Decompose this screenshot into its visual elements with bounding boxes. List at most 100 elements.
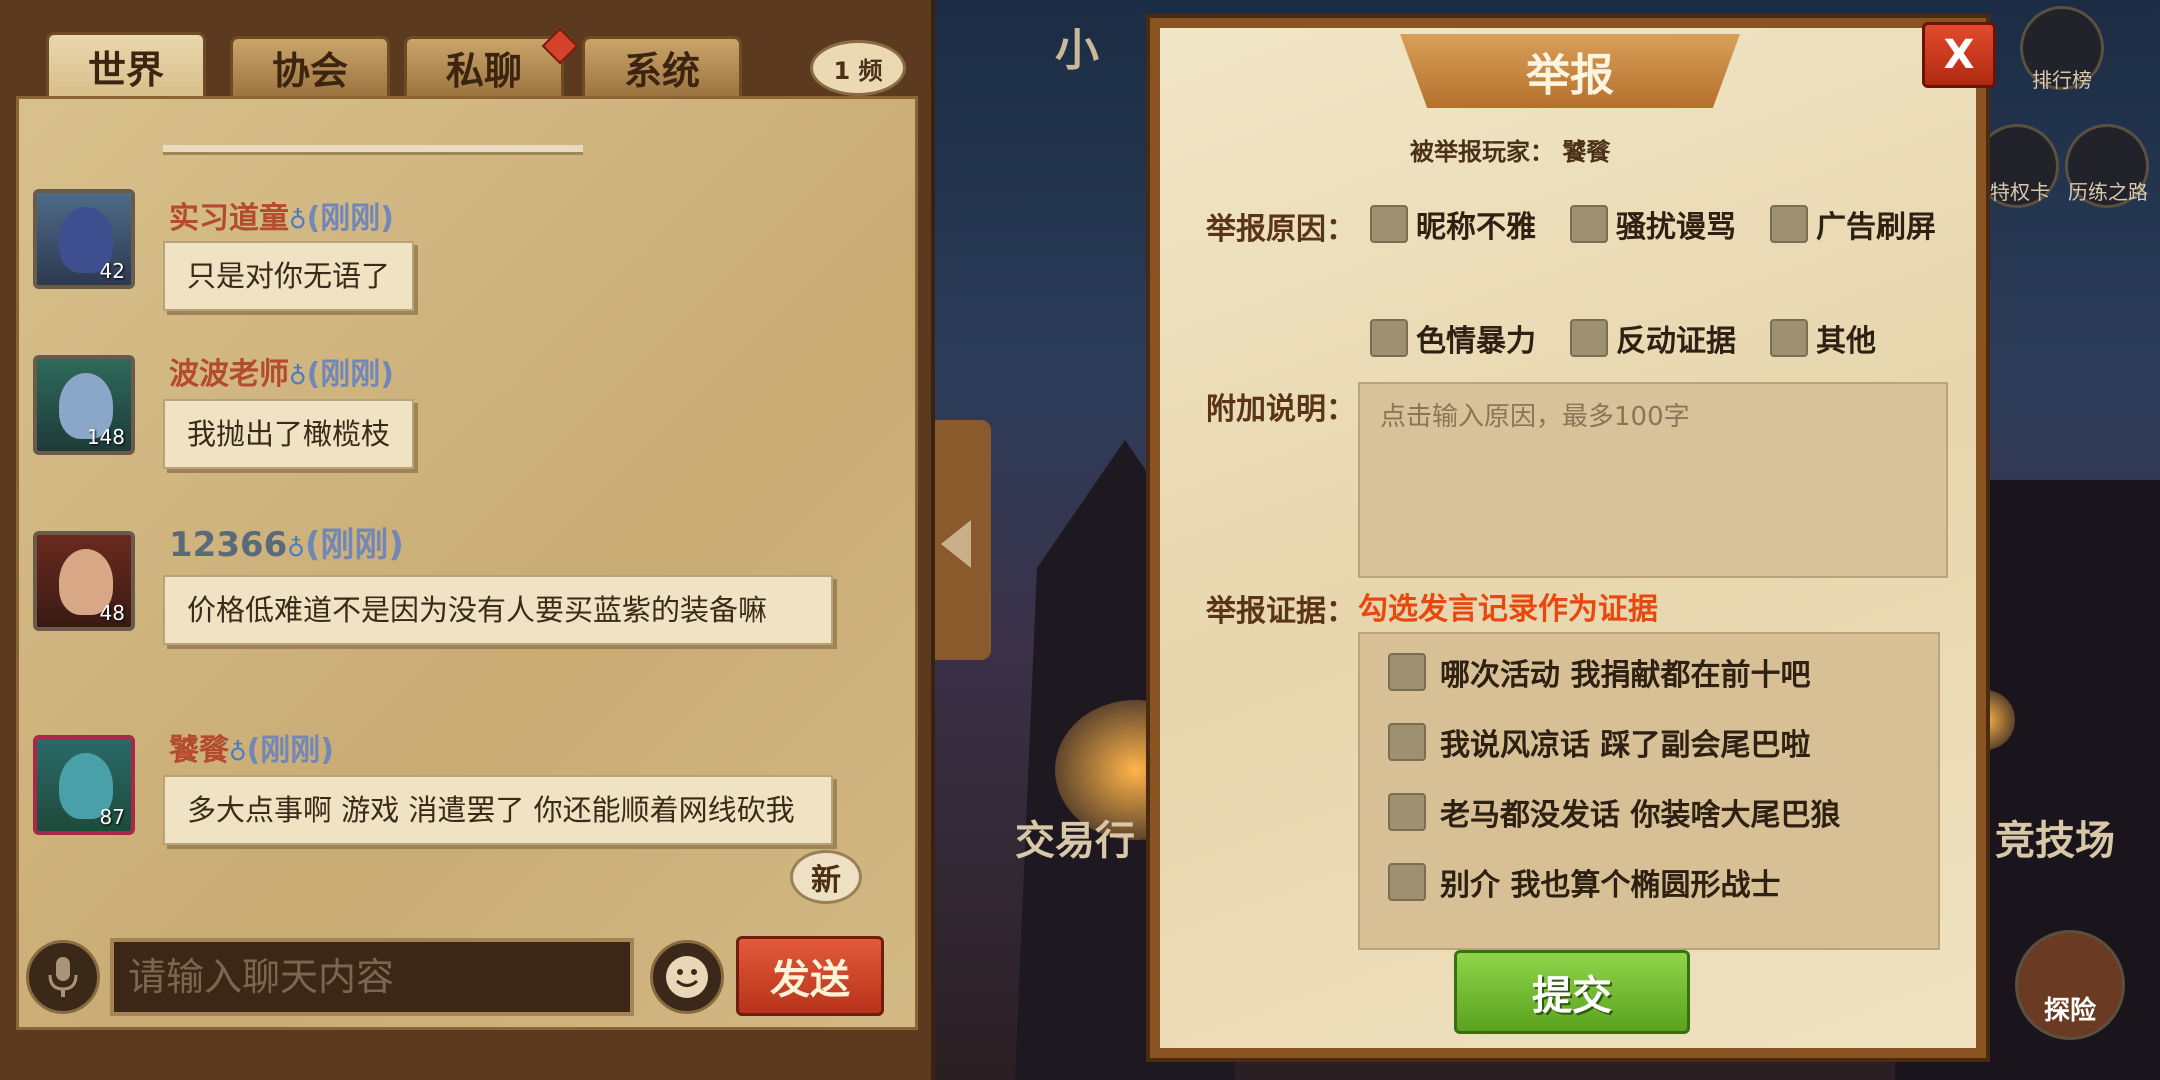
close-button[interactable]: X [1922,22,1996,88]
reason-text: 反动证据 [1616,324,1736,359]
reason-option-harassment[interactable]: 骚扰谩骂 [1570,202,1736,246]
note-input[interactable] [1360,384,1946,576]
message-text: 只是对你无语了 [187,259,391,293]
training-road-label: 历练之路 [2068,180,2148,204]
reason-option-spam[interactable]: 广告刷屏 [1770,202,1936,246]
checkbox[interactable] [1570,205,1608,243]
player-level: 42 [99,259,125,283]
message-time: (刚刚) [306,357,394,392]
notification-badge [541,27,579,65]
report-dialog: 举报 X 被举报玩家： 饕餮 举报原因： 昵称不雅 骚扰谩骂 广告刷屏 色情暴力… [1150,18,1996,1058]
player-name-text: 实习道童 [169,201,289,236]
checkbox[interactable] [1388,653,1426,691]
message-time: (刚刚) [246,733,334,768]
avatar[interactable]: 87 [33,735,135,835]
player-name-text: 12366 [169,525,288,565]
message-time: (刚刚) [304,525,404,565]
message-text: 我抛出了橄榄枝 [187,417,391,451]
reported-player: 被举报玩家： 饕餮 [1410,138,1611,166]
reason-option-reactionary[interactable]: 反动证据 [1570,316,1736,360]
reason-option-other[interactable]: 其他 [1770,316,1876,360]
checkbox[interactable] [1770,205,1808,243]
tab-system-label: 系统 [623,49,700,93]
evidence-item[interactable]: 老马都没发话 你装啥大尾巴狼 [1388,790,1840,834]
submit-button[interactable]: 提交 [1454,950,1690,1034]
evidence-item[interactable]: 别介 我也算个椭圆形战士 [1388,860,1780,904]
player-name[interactable]: 饕餮♁(刚刚) [169,725,334,769]
send-label: 发送 [770,957,850,1003]
arena-label[interactable]: 竞技场 [1995,808,2115,866]
checkbox[interactable] [1570,319,1608,357]
player-name[interactable]: 12366♁(刚刚) [169,517,404,566]
reason-option-violence[interactable]: 色情暴力 [1370,316,1536,360]
checkbox[interactable] [1388,793,1426,831]
avatar[interactable]: 42 [33,189,135,289]
player-name[interactable]: 波波老师♁(刚刚) [169,349,394,393]
report-title: 举报 [1400,34,1740,108]
player-level: 87 [99,805,125,829]
chat-input-box[interactable] [110,938,634,1016]
tab-private-label: 私聊 [445,49,522,93]
evidence-text: 老马都没发话 你装啥大尾巴狼 [1440,798,1841,833]
avatar[interactable]: 48 [33,531,135,631]
reason-text: 骚扰谩骂 [1616,210,1736,245]
checkbox[interactable] [1370,319,1408,357]
reason-text: 色情暴力 [1416,324,1536,359]
evidence-list[interactable]: 哪次活动 我捐献都在前十吧 我说风凉话 踩了副会尾巴啦 老马都没发话 你装啥大尾… [1358,632,1940,950]
checkbox[interactable] [1388,723,1426,761]
evidence-text: 我说风凉话 踩了副会尾巴啦 [1440,728,1811,763]
message-bubble: 我抛出了橄榄枝 [163,399,415,469]
tab-guild[interactable]: 协会 [230,36,390,96]
evidence-hint: 勾选发言记录作为证据 [1358,592,1658,627]
channel-button[interactable]: 1 频 [810,40,906,96]
send-button[interactable]: 发送 [736,936,884,1016]
adventure-label: 探险 [2043,996,2096,1026]
message-bubble: 价格低难道不是因为没有人要买蓝紫的装备嘛 [163,575,833,645]
player-name[interactable]: 实习道童♁(刚刚) [169,193,394,237]
tab-system[interactable]: 系统 [582,36,742,96]
checkbox[interactable] [1388,863,1426,901]
evidence-item[interactable]: 哪次活动 我捐献都在前十吧 [1388,650,1810,694]
close-icon: X [1943,32,1975,78]
channel-label: 1 频 [833,56,883,85]
checkbox[interactable] [1770,319,1808,357]
tab-private[interactable]: 私聊 [404,27,579,96]
emoji-button[interactable] [650,940,724,1014]
player-name-text: 波波老师 [169,357,289,392]
note-box[interactable] [1358,382,1948,578]
message-text: 价格低难道不是因为没有人要买蓝紫的装备嘛 [187,593,768,627]
reason-text: 广告刷屏 [1816,210,1936,245]
voice-button[interactable] [26,940,100,1014]
ranking-label: 排行榜 [2032,68,2092,92]
reason-text: 昵称不雅 [1416,210,1536,245]
microphone-icon [48,957,78,997]
evidence-label: 举报证据： [1206,594,1356,629]
tab-world-label: 世界 [87,48,164,92]
player-name-text: 饕餮 [169,733,229,768]
reason-label: 举报原因： [1206,212,1356,247]
message-time: (刚刚) [306,201,394,236]
gourd-icon: ♁ [229,738,247,766]
gourd-icon: ♁ [289,362,307,390]
reason-text: 其他 [1816,324,1876,359]
checkbox[interactable] [1370,205,1408,243]
collapse-arrow-button[interactable] [935,420,991,660]
smiley-icon [666,956,708,998]
submit-label: 提交 [1532,973,1612,1019]
reason-option-nickname[interactable]: 昵称不雅 [1370,202,1536,246]
chat-message-list[interactable]: 42 实习道童♁(刚刚) 只是对你无语了 148 波波老师♁(刚刚) 我抛出了橄… [16,96,918,1030]
new-message-badge[interactable]: 新 [790,850,862,904]
evidence-item[interactable]: 我说风凉话 踩了副会尾巴啦 [1388,720,1810,764]
tab-guild-label: 协会 [271,49,348,93]
player-level: 148 [86,425,125,449]
player-level: 48 [99,601,125,625]
trade-house-label[interactable]: 交易行 [1015,808,1135,866]
evidence-text: 别介 我也算个椭圆形战士 [1440,868,1781,903]
avatar[interactable]: 148 [33,355,135,455]
gourd-icon: ♁ [289,206,307,234]
gourd-icon: ♁ [287,534,305,562]
message-text: 多大点事啊 游戏 消遣罢了 你还能顺着网线砍我 [187,793,795,827]
note-label: 附加说明： [1206,392,1356,427]
tab-world[interactable]: 世界 [46,32,206,98]
chat-input[interactable] [114,942,630,1012]
